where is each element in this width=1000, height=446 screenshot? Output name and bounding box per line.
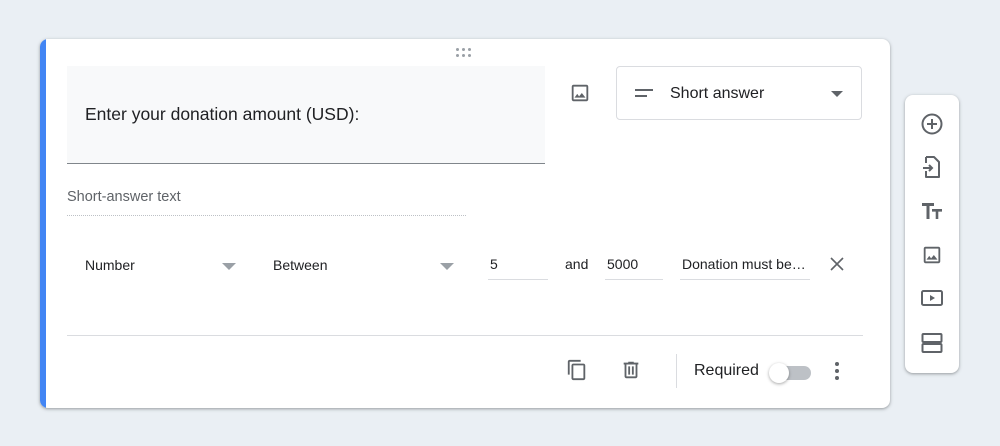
short-answer-placeholder: Short-answer text (67, 189, 181, 205)
required-label: Required (694, 362, 759, 379)
duplicate-icon[interactable] (564, 357, 590, 383)
response-validation-row: Number Between 5 and 5000 Donation must … (40, 253, 890, 285)
validation-condition-label: Between (273, 257, 328, 273)
question-card[interactable]: Enter your donation amount (USD): Short … (40, 39, 890, 408)
card-divider (67, 335, 863, 336)
dropdown-caret-icon (222, 263, 236, 270)
required-toggle[interactable] (769, 361, 811, 385)
validation-min-value: 5 (490, 256, 498, 272)
validation-condition-dropdown[interactable]: Between (273, 255, 454, 281)
add-image-icon[interactable] (918, 241, 946, 269)
import-questions-icon[interactable] (918, 153, 946, 181)
and-label: and (565, 256, 589, 272)
footer-separator (676, 354, 677, 388)
short-answer-preview: Short-answer text (67, 189, 466, 216)
delete-icon[interactable] (618, 357, 644, 383)
question-title-field[interactable]: Enter your donation amount (USD): (67, 66, 545, 164)
add-image-to-question-icon[interactable] (566, 79, 594, 107)
validation-max-value: 5000 (607, 256, 639, 272)
add-title-icon[interactable] (918, 197, 946, 225)
short-text-icon (635, 89, 653, 97)
validation-min-input[interactable]: 5 (488, 253, 548, 280)
custom-error-text-value: Donation must be between $5 and $5000 (682, 256, 808, 272)
validation-type-dropdown[interactable]: Number (85, 255, 237, 281)
validation-max-input[interactable]: 5000 (605, 253, 663, 280)
question-title-text: Enter your donation amount (USD): (85, 104, 360, 124)
dropdown-caret-icon (440, 263, 454, 270)
add-question-icon[interactable] (918, 110, 946, 138)
dropdown-caret-icon (831, 91, 843, 97)
close-icon[interactable] (830, 257, 844, 274)
toggle-knob (769, 363, 789, 383)
add-video-icon[interactable] (918, 284, 946, 312)
active-card-indicator (40, 39, 46, 408)
custom-error-text-input[interactable]: Donation must be between $5 and $5000 (680, 253, 810, 280)
add-section-icon[interactable] (918, 329, 946, 357)
drag-handle-icon[interactable] (456, 48, 474, 60)
question-type-label: Short answer (670, 85, 765, 102)
side-toolbar (905, 95, 959, 373)
question-type-dropdown[interactable]: Short answer (616, 66, 862, 120)
validation-type-label: Number (85, 257, 135, 273)
more-options-icon[interactable] (825, 359, 849, 383)
